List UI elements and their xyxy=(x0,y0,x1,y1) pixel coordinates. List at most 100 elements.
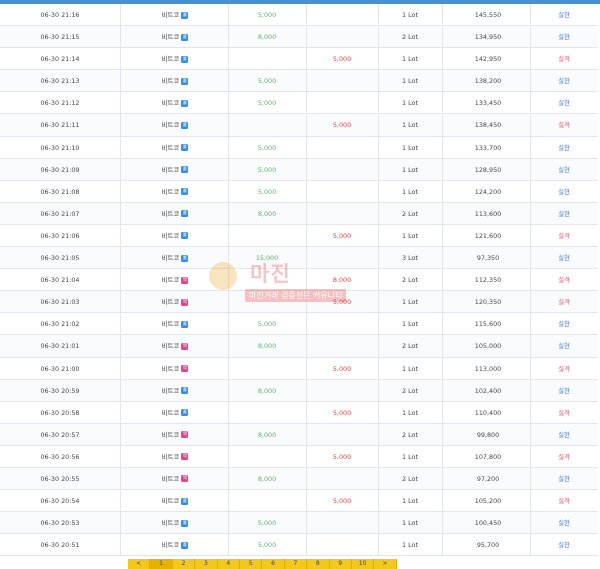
up-amount xyxy=(232,225,302,246)
pagination-page-6[interactable]: 6 xyxy=(262,559,285,569)
lot-size: 2 Lot xyxy=(402,430,418,439)
table-row: 06-30 20:56 비트코 짝 5,000 1 Lot 107,800 실격 xyxy=(0,445,598,468)
trade-time: 06-30 21:02 xyxy=(40,320,80,329)
result-status: 실현 xyxy=(558,519,570,528)
pagination-page-9[interactable]: 9 xyxy=(329,559,352,569)
odd-even-badge: 짝 xyxy=(181,365,189,372)
up-amount: 15,000 xyxy=(255,254,279,263)
pagination-page-4[interactable]: 4 xyxy=(217,559,240,569)
lot-size: 1 Lot xyxy=(402,143,418,152)
up-amount: 8,000 xyxy=(257,474,277,483)
column-divider xyxy=(378,445,379,467)
odd-even-badge: 홀 xyxy=(181,387,189,395)
down-amount xyxy=(307,26,377,47)
table-row: 06-30 20:57 비트코 짝 8,000 2 Lot 99,800 실현 xyxy=(0,423,598,446)
pagination-page-1[interactable]: 1 xyxy=(150,559,173,569)
asset-name-cell: 비트코 홀 xyxy=(150,159,200,180)
column-divider xyxy=(378,70,379,92)
pagination-page-10[interactable]: 10 xyxy=(351,559,375,569)
column-divider xyxy=(120,313,121,335)
column-divider xyxy=(120,335,121,357)
result-status: 실현 xyxy=(558,430,570,439)
down-amount xyxy=(307,335,377,356)
asset-name-cell: 비트코 홀 xyxy=(150,48,200,69)
pagination-page-3[interactable]: 3 xyxy=(195,559,218,569)
result-status: 실격 xyxy=(558,276,570,285)
odd-even-badge: 홀 xyxy=(181,166,189,174)
up-amount: 5,000 xyxy=(257,77,277,86)
asset-name: 비트코 xyxy=(161,276,180,285)
result-status: 실격 xyxy=(558,55,570,64)
pagination-next-button[interactable]: > xyxy=(374,559,397,569)
result-status: 실현 xyxy=(558,11,570,19)
column-divider xyxy=(228,136,229,158)
table-row: 06-30 20:54 비트코 홀 5,000 1 Lot 105,200 실격 xyxy=(0,490,598,513)
table-row: 06-30 21:12 비트코 홀 5,000 1 Lot 133,450 실현 xyxy=(0,92,598,115)
column-divider xyxy=(378,357,379,379)
lot-size: 1 Lot xyxy=(402,497,418,506)
result-status: 실현 xyxy=(558,77,570,86)
result-status: 실현 xyxy=(558,187,570,196)
asset-name: 비트코 xyxy=(161,452,180,461)
column-divider xyxy=(120,158,121,180)
lot-size: 1 Lot xyxy=(402,364,418,373)
asset-name-cell: 비트코 홀 xyxy=(150,380,200,401)
result-status: 실격 xyxy=(558,231,570,240)
down-amount xyxy=(307,203,377,224)
column-divider xyxy=(228,335,229,357)
price-value: 107,800 xyxy=(474,452,502,461)
price-value: 112,350 xyxy=(474,276,502,285)
up-amount: 8,000 xyxy=(257,386,277,395)
column-divider xyxy=(228,247,229,269)
price-value: 113,000 xyxy=(474,364,502,373)
result-status: 실현 xyxy=(558,209,570,218)
odd-even-badge: 짝 xyxy=(181,298,189,306)
pagination: <1 2 3 4 5 6 7 8 9 10 > xyxy=(128,559,397,569)
trade-time: 06-30 20:58 xyxy=(40,408,80,417)
table-row: 06-30 21:14 비트코 홀 5,000 1 Lot 142,950 실격 xyxy=(0,48,598,71)
column-divider xyxy=(120,423,121,445)
pagination-page-7[interactable]: 7 xyxy=(284,559,308,569)
price-value: 124,200 xyxy=(474,187,502,196)
asset-name: 비트코 xyxy=(161,298,180,307)
column-divider xyxy=(120,490,121,512)
column-divider xyxy=(120,202,121,224)
up-amount: 8,000 xyxy=(257,33,277,42)
column-divider xyxy=(120,401,121,423)
asset-name-cell: 비트코 홀 xyxy=(150,490,200,511)
result-status: 실현 xyxy=(558,143,570,152)
asset-name: 비트코 xyxy=(161,165,180,174)
pagination-page-2[interactable]: 2 xyxy=(172,559,196,569)
odd-even-badge: 짝 xyxy=(181,475,189,483)
trade-time: 06-30 20:55 xyxy=(40,474,80,483)
table-row: 06-30 21:07 비트코 홀 8,000 2 Lot 113,600 실현 xyxy=(0,202,598,225)
column-divider xyxy=(378,335,379,357)
asset-name-cell: 비트코 홀 xyxy=(150,313,200,334)
column-divider xyxy=(120,467,121,490)
table-row: 06-30 20:53 비트코 홀 5,000 1 Lot 100,450 실현 xyxy=(0,512,598,535)
pagination-prev-button[interactable]: < xyxy=(128,559,151,569)
odd-even-badge: 홀 xyxy=(181,254,189,262)
lot-size: 1 Lot xyxy=(402,11,418,19)
asset-name: 비트코 xyxy=(161,77,180,86)
column-divider xyxy=(378,48,379,70)
price-value: 115,600 xyxy=(474,320,502,329)
lot-size: 2 Lot xyxy=(402,33,418,42)
up-amount: 5,000 xyxy=(257,187,277,196)
column-divider xyxy=(228,48,229,70)
table-row: 06-30 21:04 비트코 짝 8,000 2 Lot 112,350 실격 xyxy=(0,269,598,292)
up-amount: 8,000 xyxy=(257,430,277,439)
down-amount xyxy=(307,380,377,401)
trade-history-table: 06-30 21:16 비트코 홀 5,000 1 Lot 145,550 실현 06-30 … xyxy=(0,4,598,557)
pagination-page-8[interactable]: 8 xyxy=(307,559,330,569)
down-amount xyxy=(307,468,377,489)
column-divider xyxy=(378,379,379,401)
asset-name: 비트코 xyxy=(161,474,180,483)
column-divider xyxy=(228,202,229,224)
table-row: 06-30 20:58 비트코 홀 5,000 1 Lot 110,400 실격 xyxy=(0,401,598,424)
table-row: 06-30 20:51 비트코 홀 5,000 1 Lot 95,700 실현 xyxy=(0,534,598,557)
pagination-page-5[interactable]: 5 xyxy=(239,559,263,569)
lot-size: 1 Lot xyxy=(402,55,418,64)
asset-name-cell: 비트코 홀 xyxy=(150,26,200,47)
down-amount xyxy=(307,424,377,445)
